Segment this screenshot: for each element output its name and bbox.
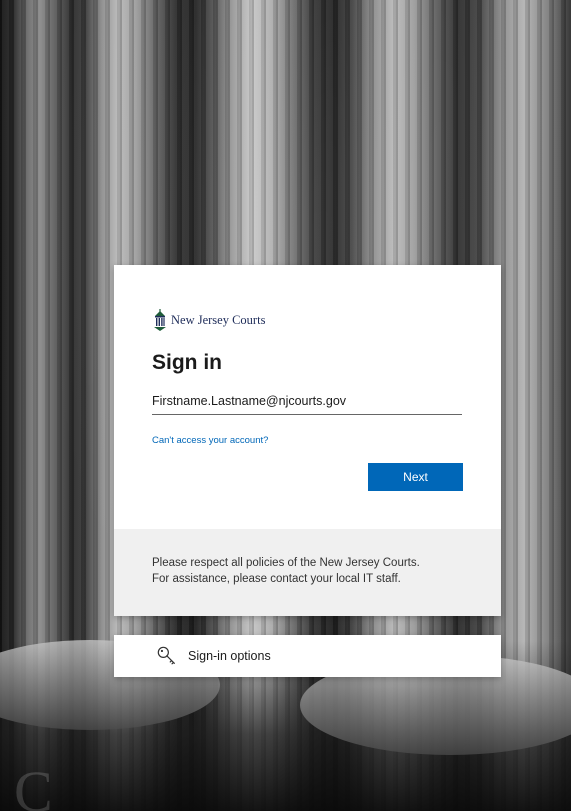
email-field-wrapper <box>152 392 462 415</box>
policy-notice: Please respect all policies of the New J… <box>114 529 501 616</box>
org-logo-text: New Jersey Courts <box>171 312 266 327</box>
policy-notice-line-1: Please respect all policies of the New J… <box>152 557 420 569</box>
new-jersey-courts-seal-icon <box>154 309 166 331</box>
page-title: Sign in <box>152 351 222 374</box>
org-logo: New Jersey Courts <box>152 309 265 331</box>
cant-access-account-link[interactable]: Can't access your account? <box>152 435 268 446</box>
signin-options-button[interactable]: Sign-in options <box>114 635 501 677</box>
email-field[interactable] <box>152 392 462 415</box>
key-icon <box>157 646 175 665</box>
page-background: C New Jersey Courts Sign in Can't access… <box>0 0 571 811</box>
next-button[interactable]: Next <box>368 463 463 491</box>
background-watermark: C <box>14 759 55 811</box>
signin-options-label: Sign-in options <box>188 649 271 663</box>
signin-card: New Jersey Courts Sign in Can't access y… <box>114 265 501 616</box>
policy-notice-line-2: For assistance, please contact your loca… <box>152 573 401 585</box>
